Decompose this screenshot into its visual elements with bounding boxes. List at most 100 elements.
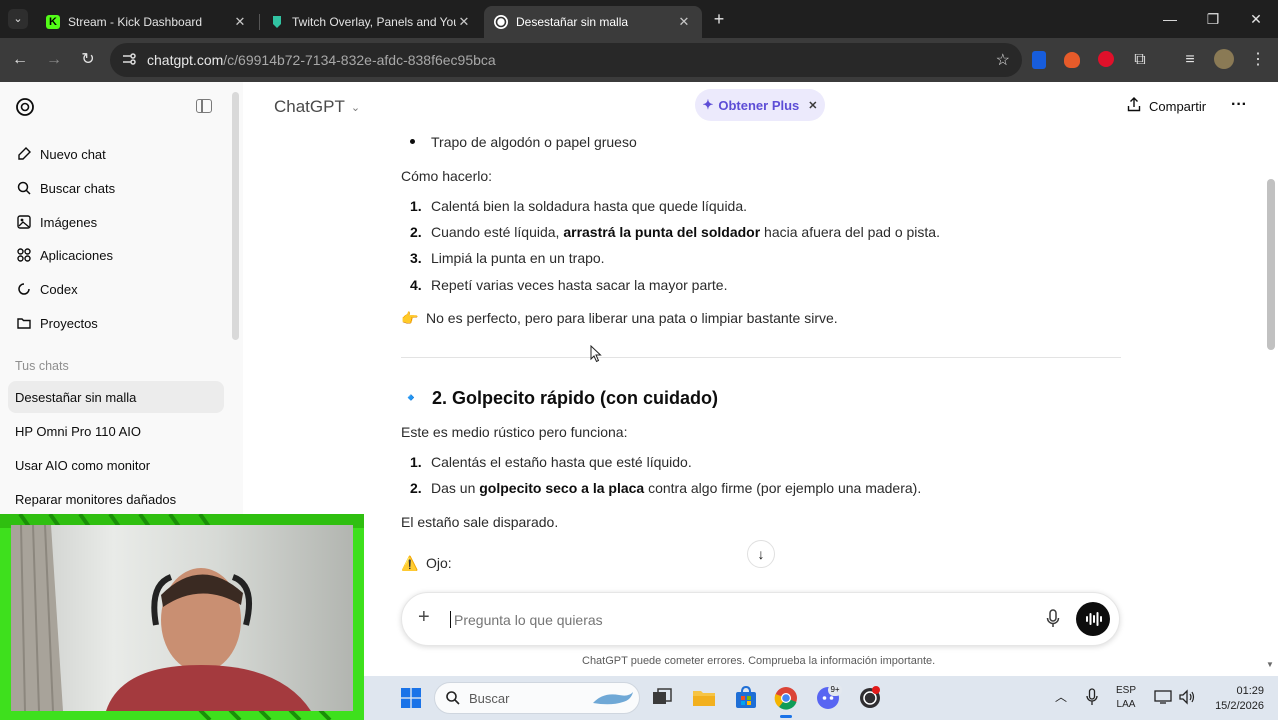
folder-icon (15, 314, 33, 332)
forward-icon[interactable]: → (42, 48, 66, 72)
close-sidebar-icon[interactable] (196, 99, 212, 113)
main-scrollbar[interactable] (1267, 179, 1275, 350)
sidebar-item-label: Buscar chats (40, 180, 116, 196)
sidebar-chat-item[interactable]: Usar AIO como monitor (8, 449, 224, 481)
windows-start-icon[interactable] (401, 688, 421, 708)
step-text-part: hacia afuera del pad o pista. (760, 224, 940, 240)
step-text: Repetí varias veces hasta sacar la mayor… (431, 277, 727, 293)
sidebar-item-aplicaciones[interactable]: Aplicaciones (8, 239, 224, 271)
microphone-icon[interactable] (1046, 609, 1060, 634)
browser-tab-chatgpt[interactable]: Desestañar sin malla ✕ (484, 6, 702, 38)
step-text: Calentás el estaño hasta que esté líquid… (431, 454, 692, 470)
media-control-icon[interactable]: ≡ (1178, 48, 1202, 72)
extension-adblock-icon[interactable] (1098, 51, 1114, 67)
sidebar-item-label: Codex (40, 281, 78, 297)
sidebar-item-buscar-chats[interactable]: Buscar chats (8, 172, 224, 204)
microsoft-store-icon[interactable] (732, 684, 760, 712)
sidebar-item-proyectos[interactable]: Proyectos (8, 307, 224, 339)
composer: + (401, 592, 1120, 646)
step-text: Limpiá la punta en un trapo. (431, 250, 605, 266)
pointing-hand-emoji: 👉 (401, 310, 419, 326)
tab-search-button[interactable]: ⌄ (8, 9, 28, 29)
close-icon[interactable]: ✕ (808, 99, 817, 112)
sidebar-chat-item[interactable]: Desestañar sin malla (8, 381, 224, 413)
search-icon (15, 179, 33, 197)
profile-avatar[interactable] (1214, 49, 1234, 69)
task-view-icon[interactable] (648, 684, 676, 712)
clock[interactable]: 01:29 15/2/2026 (1204, 684, 1264, 714)
network-icon[interactable] (1154, 689, 1172, 710)
openai-logo-icon[interactable] (14, 96, 36, 118)
browser-toolbar: ← → ↻ chatgpt.com/c/69914b72-7134-832e-a… (0, 38, 1278, 82)
extension-bitwarden-icon[interactable] (1032, 51, 1046, 69)
close-tab-icon[interactable]: ✕ (456, 14, 472, 30)
file-explorer-icon[interactable] (690, 684, 718, 712)
sidebar-item-nuevo-chat[interactable]: Nuevo chat (8, 138, 224, 170)
volume-icon[interactable] (1178, 689, 1196, 710)
step-number: 2. (410, 224, 422, 240)
warning-emoji: ⚠️ (401, 555, 419, 571)
apps-icon (15, 246, 33, 264)
more-options-icon[interactable]: ··· (1231, 96, 1247, 114)
model-selector[interactable]: ChatGPT ⌄ (274, 97, 360, 117)
prompt-input[interactable] (452, 607, 1016, 633)
back-icon[interactable]: ← (8, 48, 32, 72)
browser-tab-kick[interactable]: K Stream - Kick Dashboard ✕ (36, 6, 258, 38)
sidebar-item-codex[interactable]: Codex (8, 273, 224, 305)
tab-title: Stream - Kick Dashboard (68, 15, 203, 29)
url-host: chatgpt.com (147, 52, 224, 68)
scroll-down-arrow-icon[interactable]: ▼ (1266, 660, 1274, 669)
site-info-icon[interactable] (121, 51, 137, 67)
tray-microphone-icon[interactable] (1086, 688, 1098, 711)
tray-chevron-up-icon[interactable]: ︿ (1055, 688, 1067, 705)
add-attachment-icon[interactable]: + (418, 606, 430, 629)
step-number: 1. (410, 454, 422, 470)
taskbar-search-placeholder: Buscar (469, 691, 510, 706)
codex-icon (15, 280, 33, 298)
share-icon (1127, 97, 1141, 115)
voice-mode-button[interactable] (1076, 602, 1110, 636)
main-panel: ChatGPT ⌄ ✦ Obtener Plus ✕ Compartir ···… (243, 82, 1278, 676)
step-text-part: Repetí varias veces hasta sacar la mayor… (431, 277, 728, 293)
reload-icon[interactable]: ↻ (76, 48, 100, 72)
browser-tab-strip: ⌄ K Stream - Kick Dashboard ✕ Twitch Ove… (0, 0, 1278, 38)
taskbar-search-box[interactable]: Buscar (434, 682, 640, 714)
sidebar-item-imagenes[interactable]: Imágenes (8, 206, 224, 238)
sidebar-scrollbar[interactable] (232, 92, 239, 340)
extension-fox-icon[interactable] (1064, 52, 1080, 68)
address-bar[interactable]: chatgpt.com/c/69914b72-7134-832e-afdc-83… (110, 43, 1022, 77)
sparkle-icon: ✦ (702, 97, 714, 112)
new-tab-icon[interactable]: + (708, 8, 730, 30)
chats-section-title: Tus chats (15, 359, 69, 373)
sidebar-chat-item[interactable]: Reparar monitores dañados (8, 483, 224, 515)
bullet-dot (410, 139, 415, 144)
step-text-part: Calentá bien la soldadura hasta que qued… (431, 198, 748, 214)
bookmark-star-icon[interactable]: ☆ (996, 50, 1010, 70)
streamlabs-icon (270, 15, 284, 29)
chrome-icon[interactable] (772, 684, 800, 712)
close-tab-icon[interactable]: ✕ (676, 14, 692, 30)
section-heading: 2. Golpecito rápido (con cuidado) (432, 388, 719, 408)
dolphin-highlight-icon (591, 689, 635, 709)
new-chat-icon (15, 145, 33, 163)
restore-icon[interactable]: ❐ (1198, 8, 1228, 30)
step-text-bold: arrastrá la punta del soldador (563, 224, 761, 240)
arrow-down-icon: ↓ (757, 546, 765, 562)
browser-menu-icon[interactable]: ⋮ (1246, 48, 1270, 72)
bullet-item-text: Trapo de algodón o papel grueso (431, 134, 637, 150)
close-window-icon[interactable]: ✕ (1241, 8, 1271, 30)
step-text-part: Cuando esté líquida, (431, 224, 564, 240)
tab-title: Desestañar sin malla (516, 15, 629, 29)
step-text-bold: golpecito seco a la placa (479, 480, 645, 496)
obs-icon[interactable] (856, 684, 884, 712)
language-indicator[interactable]: ESP LAA (1116, 684, 1136, 712)
close-tab-icon[interactable]: ✕ (232, 14, 248, 30)
sidebar-chat-item[interactable]: HP Omni Pro 110 AIO (8, 415, 224, 447)
extensions-puzzle-icon[interactable]: ⧉ (1128, 48, 1152, 72)
browser-tab-streamlabs[interactable]: Twitch Overlay, Panels and You ✕ (260, 6, 482, 38)
scroll-to-bottom-button[interactable]: ↓ (747, 540, 775, 568)
get-plus-pill[interactable]: ✦ Obtener Plus ✕ (695, 89, 825, 121)
share-button[interactable]: Compartir (1127, 97, 1206, 115)
minimize-icon[interactable]: — (1155, 8, 1185, 30)
language-code: ESP (1116, 685, 1137, 696)
